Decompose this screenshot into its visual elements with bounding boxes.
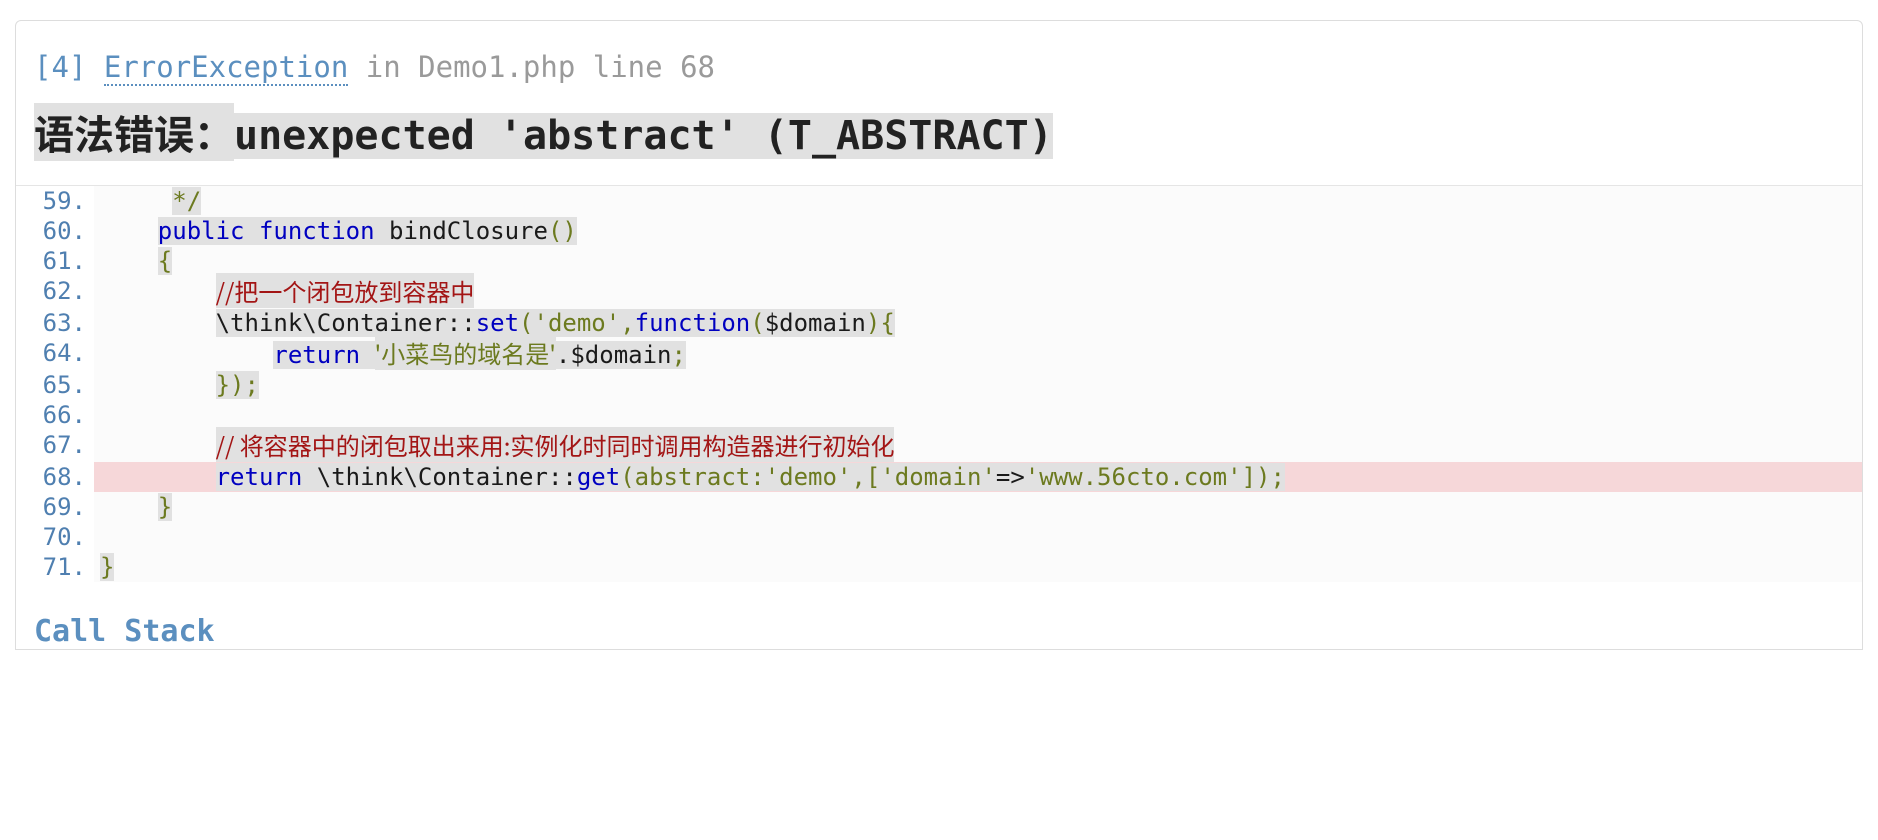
error-location: Demo1.php line 68 [418, 50, 715, 84]
source-line-error: 68. return \think\Container::get(abstrac… [16, 462, 1862, 492]
source-line: 62. //把一个闭包放到容器中 [16, 276, 1862, 308]
line-code: }); [94, 370, 1862, 400]
line-number: 63. [16, 308, 94, 338]
error-title-cjk: 语法错误： [34, 103, 234, 161]
line-code: */ [94, 186, 1862, 216]
line-number: 60. [16, 216, 94, 246]
line-number: 59. [16, 186, 94, 216]
error-code: 4 [51, 50, 68, 84]
source-line: 69. } [16, 492, 1862, 522]
error-title-rest: unexpected 'abstract' (T_ABSTRACT) [234, 113, 1053, 159]
error-panel: [4] ErrorException in Demo1.php line 68 … [15, 20, 1863, 650]
source-line: 66. [16, 400, 1862, 430]
source-line: 59. */ [16, 186, 1862, 216]
line-number: 65. [16, 370, 94, 400]
call-stack-heading[interactable]: Call Stack [16, 582, 1862, 649]
source-line: 60. public function bindClosure() [16, 216, 1862, 246]
line-code: // 将容器中的闭包取出来用:实例化时同时调用构造器进行初始化 [94, 430, 1862, 462]
source-line: 70. [16, 522, 1862, 552]
line-number: 68. [16, 462, 94, 492]
line-number: 67. [16, 430, 94, 462]
line-code: //把一个闭包放到容器中 [94, 276, 1862, 308]
line-number: 66. [16, 400, 94, 430]
line-number: 62. [16, 276, 94, 308]
line-code [94, 522, 1862, 552]
line-code: public function bindClosure() [94, 216, 1862, 246]
line-number: 70. [16, 522, 94, 552]
line-code: \think\Container::set('demo',function($d… [94, 308, 1862, 338]
line-number: 64. [16, 338, 94, 370]
bracket-open: [ [34, 50, 51, 84]
in-word: in [366, 50, 401, 84]
line-code: return '小菜鸟的域名是'.$domain; [94, 338, 1862, 370]
error-header: [4] ErrorException in Demo1.php line 68 [16, 21, 1862, 93]
source-line: 71.} [16, 552, 1862, 582]
source-line: 65. }); [16, 370, 1862, 400]
source-line: 63. \think\Container::set('demo',functio… [16, 308, 1862, 338]
line-number: 69. [16, 492, 94, 522]
line-code: { [94, 246, 1862, 276]
source-line: 67. // 将容器中的闭包取出来用:实例化时同时调用构造器进行初始化 [16, 430, 1862, 462]
bracket-close: ] [69, 50, 86, 84]
line-code: } [94, 552, 1862, 582]
line-code: return \think\Container::get(abstract:'d… [94, 462, 1862, 492]
exception-name-link[interactable]: ErrorException [104, 50, 348, 86]
line-number: 61. [16, 246, 94, 276]
source-code: 59. */60. public function bindClosure()6… [16, 185, 1862, 582]
source-line: 61. { [16, 246, 1862, 276]
line-code: } [94, 492, 1862, 522]
source-line: 64. return '小菜鸟的域名是'.$domain; [16, 338, 1862, 370]
error-title: 语法错误：unexpected 'abstract' (T_ABSTRACT) [34, 107, 1844, 161]
line-number: 71. [16, 552, 94, 582]
line-code [94, 400, 1862, 430]
